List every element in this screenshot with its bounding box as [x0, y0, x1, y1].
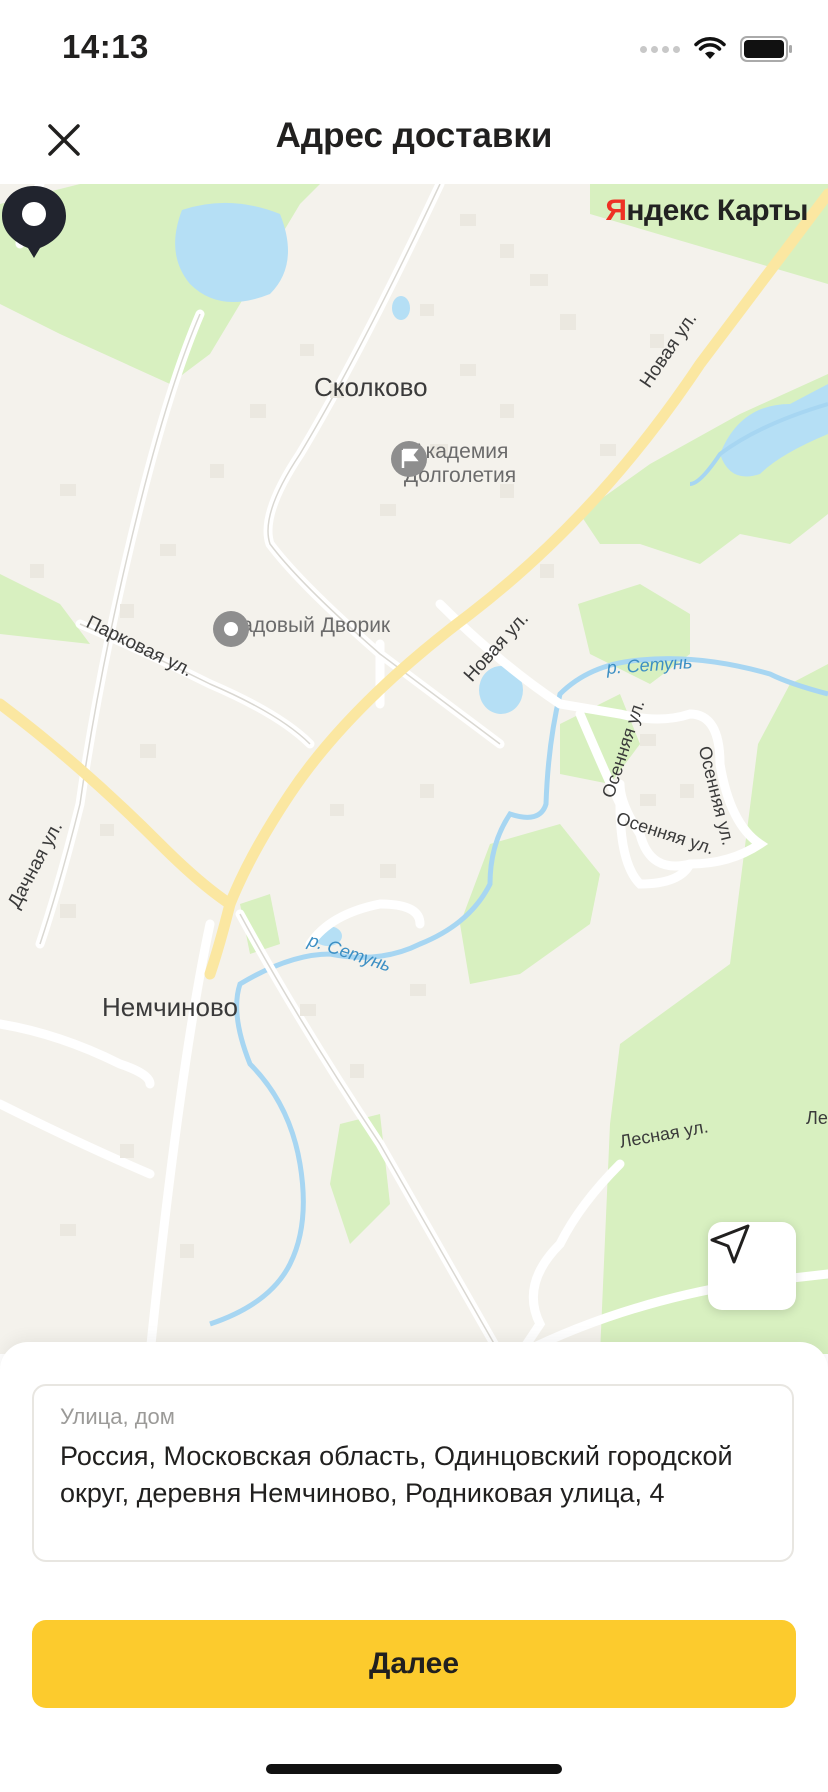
- street-label-lesnaya-cut: Ле: [806, 1108, 828, 1128]
- status-bar: 14:13: [0, 0, 828, 96]
- place-icon: [213, 611, 249, 647]
- bottom-sheet: Улица, дом Россия, Московская область, О…: [0, 1342, 828, 1792]
- cellular-signal-icon: [640, 45, 680, 53]
- my-location-button[interactable]: [708, 1222, 796, 1310]
- home-indicator[interactable]: [266, 1764, 562, 1774]
- map-view[interactable]: Яндекс Карты Сколково Академия Долголети…: [0, 184, 828, 1354]
- place-label-nemchinovo: Немчиново: [102, 992, 238, 1022]
- status-icons: [640, 34, 794, 64]
- navigation-arrow-icon: [710, 1224, 750, 1264]
- address-label: Улица, дом: [60, 1404, 175, 1429]
- yandex-logo-letter: Я: [605, 194, 627, 227]
- yandex-maps-logo[interactable]: Яндекс Карты: [605, 194, 808, 228]
- poi-sadovy[interactable]: Садовый Дворик: [212, 610, 404, 647]
- page-title: Адрес доставки: [275, 116, 553, 155]
- flag-icon: [391, 441, 427, 477]
- place-label-skolkovo: Сколково: [314, 372, 428, 402]
- poi-academy[interactable]: Академия Долголетия: [390, 440, 530, 488]
- address-value[interactable]: Россия, Московская область, Одинцовский …: [60, 1438, 766, 1512]
- wifi-icon: [694, 37, 726, 59]
- battery-icon: [740, 36, 792, 62]
- header: Адрес доставки: [0, 96, 828, 184]
- next-button[interactable]: Далее: [32, 1620, 796, 1708]
- yandex-logo-text: ндекс Карты: [626, 194, 808, 227]
- location-pin-icon: [2, 186, 66, 258]
- status-time: 14:13: [62, 28, 149, 65]
- address-input[interactable]: Улица, дом Россия, Московская область, О…: [32, 1384, 794, 1562]
